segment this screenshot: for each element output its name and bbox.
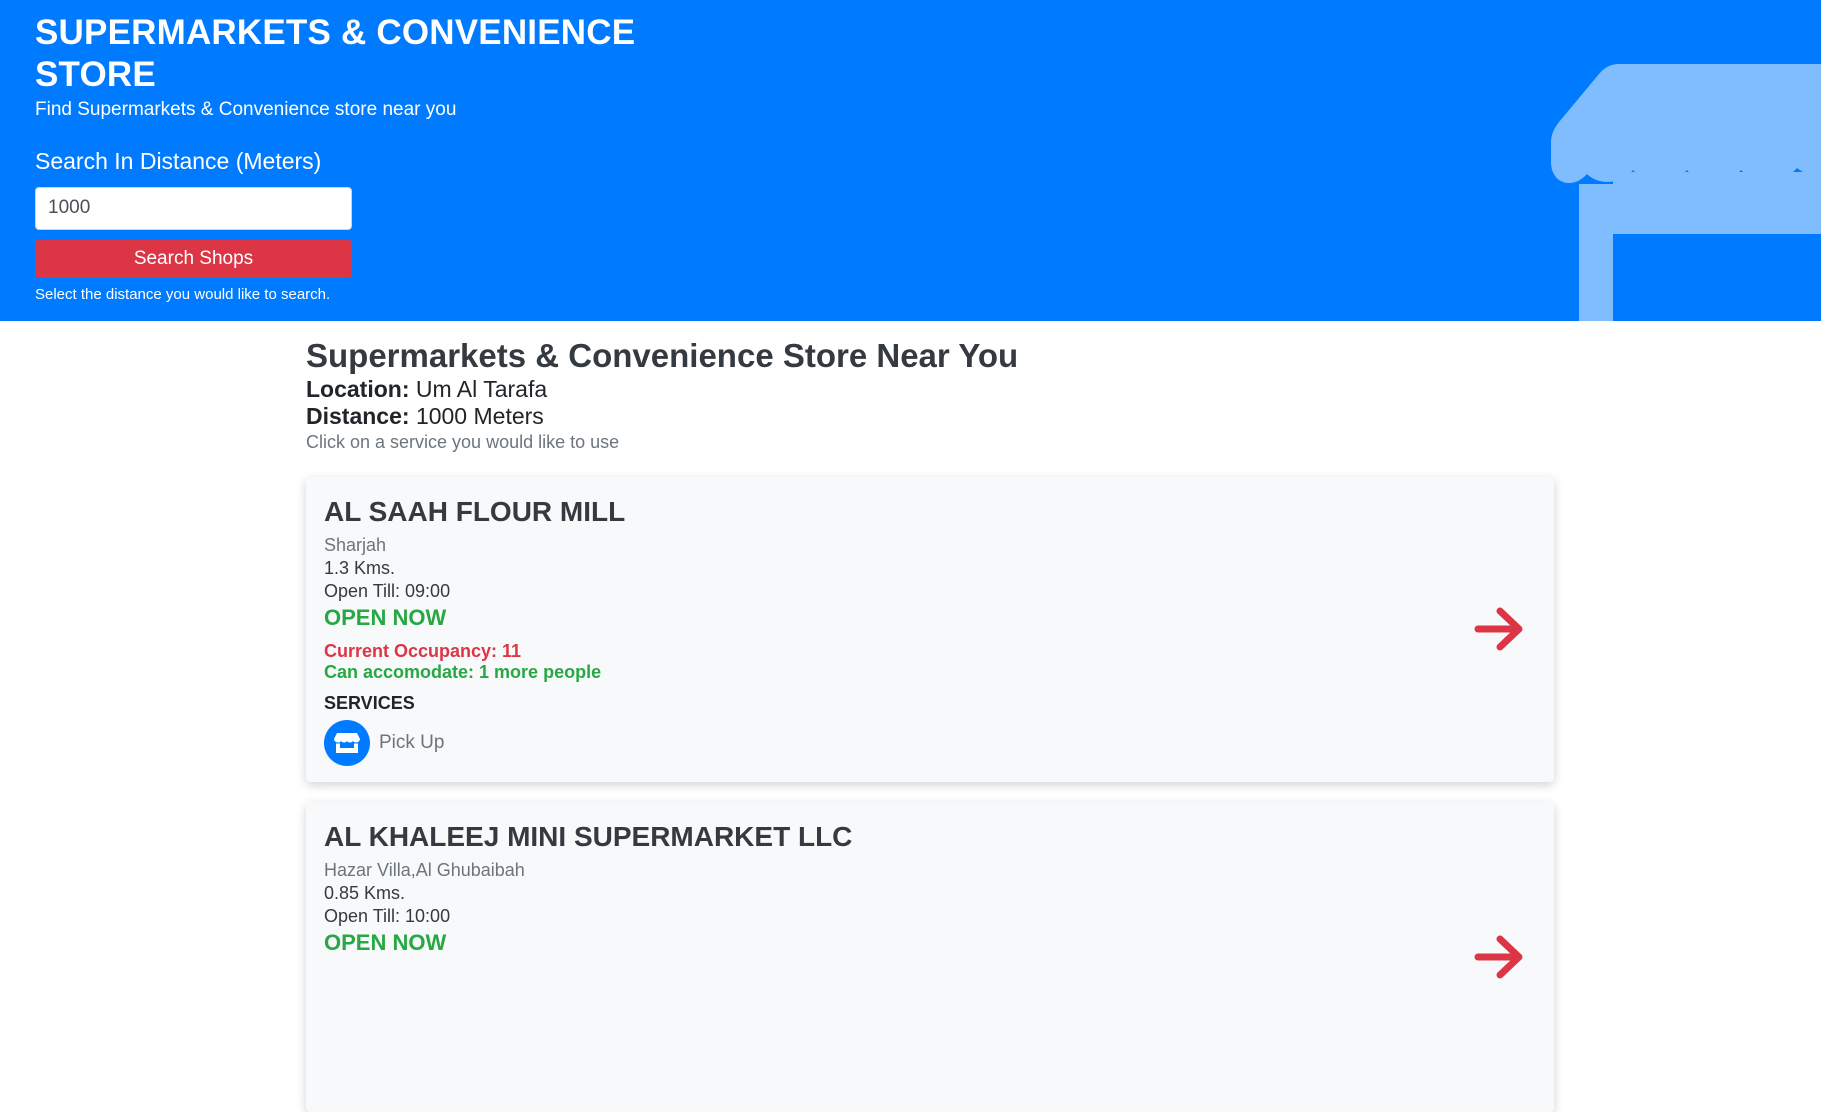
store-icon (324, 719, 370, 766)
site-title: SUPERMARKETS & CONVENIENCE STORE (35, 13, 636, 94)
shop-area: Hazar Villa,Al Ghubaibah (324, 860, 525, 881)
distance-input[interactable] (35, 186, 352, 230)
shop-distance: 0.85 Kms. (324, 882, 406, 903)
store-awning-icon (1551, 64, 1821, 321)
search-shops-button[interactable]: Search Shops (35, 239, 352, 278)
shop-name: AL KHALEEJ MINI SUPERMARKET LLC (324, 820, 853, 852)
services-heading: SERVICES (324, 692, 415, 713)
shop-area: Sharjah (324, 535, 387, 556)
distance-label: Search In Distance (Meters) (35, 147, 322, 174)
shop-name: AL SAAH FLOUR MILL (324, 495, 626, 527)
location-line: Location: Um Al Tarafa (306, 376, 1554, 403)
results-hint: Click on a service you would like to use (306, 431, 620, 452)
shop-list: AL SAAH FLOUR MILL Sharjah 1.3 Kms. Open… (306, 476, 1554, 1112)
distance-help-text: Select the distance you would like to se… (35, 285, 331, 303)
card-continuation (324, 956, 1536, 1096)
shop-open-till: Open Till: 10:00 (324, 905, 451, 926)
distance-line: Distance: 1000 Meters (306, 403, 1554, 430)
open-status: OPEN NOW (324, 929, 447, 955)
site-subtitle: Find Supermarkets & Convenience store ne… (35, 99, 457, 120)
current-occupancy: Current Occupancy: 11 (324, 640, 522, 661)
results-title: Supermarkets & Convenience Store Near Yo… (306, 337, 1019, 374)
service-pick-up[interactable]: Pick Up (324, 719, 1536, 766)
open-status: OPEN NOW (324, 604, 447, 630)
shop-distance: 1.3 Kms. (324, 557, 396, 578)
distance-value: 1000 Meters (415, 402, 544, 429)
service-label: Pick Up (379, 731, 445, 753)
shop-card[interactable]: AL SAAH FLOUR MILL Sharjah 1.3 Kms. Open… (306, 476, 1554, 782)
shop-open-till: Open Till: 09:00 (324, 580, 451, 601)
search-panel: SUPERMARKETS & CONVENIENCE STORE Find Su… (35, 12, 735, 303)
location-key: Location: (306, 375, 410, 402)
hero-banner: SUPERMARKETS & CONVENIENCE STORE Find Su… (0, 0, 1821, 321)
arrow-right-icon[interactable] (1474, 933, 1526, 981)
results-section: Supermarkets & Convenience Store Near Yo… (306, 321, 1554, 1112)
location-value: Um Al Tarafa (415, 375, 548, 402)
shop-card[interactable]: AL KHALEEJ MINI SUPERMARKET LLC Hazar Vi… (306, 801, 1554, 1112)
accommodate-capacity: Can accomodate: 1 more people (324, 661, 602, 682)
arrow-right-icon[interactable] (1474, 605, 1526, 653)
distance-key: Distance: (306, 402, 410, 429)
